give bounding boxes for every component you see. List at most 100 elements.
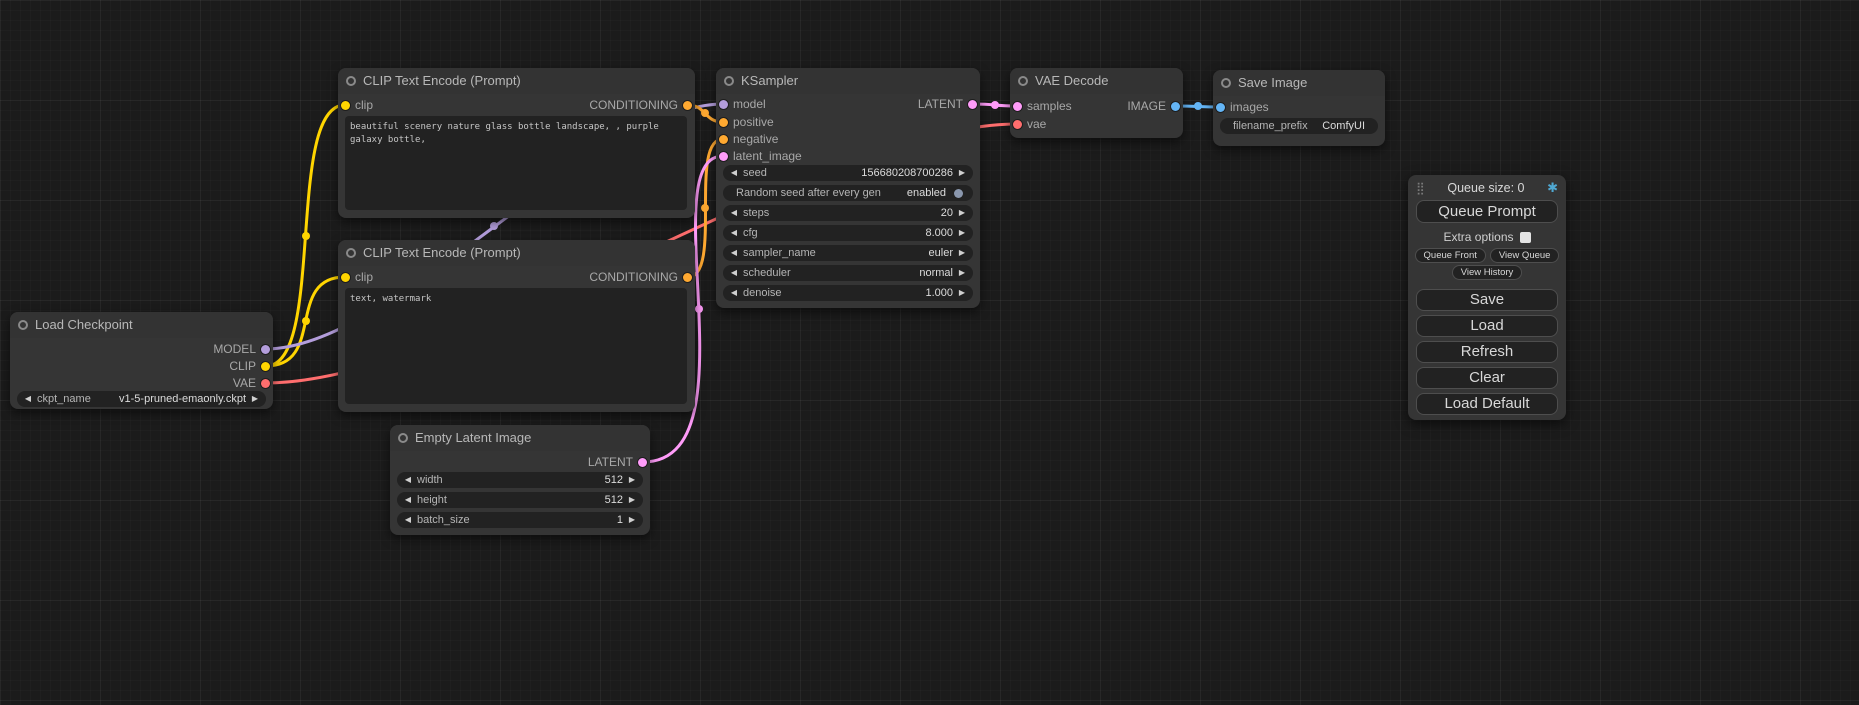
decrement-arrow-icon[interactable]: ◀ [728,165,740,181]
increment-arrow-icon[interactable]: ▶ [956,285,968,301]
collapse-dot-icon[interactable] [346,248,356,258]
widget-value[interactable]: 20 [941,207,953,219]
increment-arrow-icon[interactable]: ▶ [626,512,638,528]
scheduler-widget[interactable]: ◀ scheduler normal ▶ [723,265,973,281]
collapse-dot-icon[interactable] [398,433,408,443]
collapse-dot-icon[interactable] [18,320,28,330]
increment-arrow-icon[interactable]: ▶ [956,265,968,281]
ckpt-name-widget[interactable]: ◀ ckpt_name v1-5-pruned-emaonly.ckpt ▶ [17,391,266,407]
images-input-dot[interactable] [1216,103,1225,112]
widget-value[interactable]: 8.000 [925,227,953,239]
widget-value[interactable]: ComfyUI [1322,120,1365,132]
node-save-image[interactable]: Save Image images filename_prefix ComfyU… [1213,70,1385,146]
decrement-arrow-icon[interactable]: ◀ [22,391,34,407]
widget-value[interactable]: 1.000 [925,287,953,299]
denoise-widget[interactable]: ◀ denoise 1.000 ▶ [723,285,973,301]
height-widget[interactable]: ◀ height 512 ▶ [397,492,643,508]
increment-arrow-icon[interactable]: ▶ [956,165,968,181]
increment-arrow-icon[interactable]: ▶ [956,225,968,241]
queue-prompt-button[interactable]: Queue Prompt [1416,200,1558,223]
clip-input-dot[interactable] [341,101,350,110]
widget-label: filename_prefix [1233,120,1308,132]
load-button[interactable]: Load [1416,315,1558,337]
widget-value[interactable]: euler [929,247,953,259]
node-title-bar[interactable]: Save Image [1213,70,1385,96]
increment-arrow-icon[interactable]: ▶ [626,472,638,488]
filename-prefix-widget[interactable]: filename_prefix ComfyUI [1220,118,1378,134]
steps-widget[interactable]: ◀ steps 20 ▶ [723,205,973,221]
vae-input-dot[interactable] [1013,120,1022,129]
increment-arrow-icon[interactable]: ▶ [626,492,638,508]
decrement-arrow-icon[interactable]: ◀ [402,472,414,488]
node-title-bar[interactable]: CLIP Text Encode (Prompt) [338,240,695,266]
width-widget[interactable]: ◀ width 512 ▶ [397,472,643,488]
cfg-widget[interactable]: ◀ cfg 8.000 ▶ [723,225,973,241]
negative-input-dot[interactable] [719,135,728,144]
decrement-arrow-icon[interactable]: ◀ [728,225,740,241]
widget-value[interactable]: v1-5-pruned-emaonly.ckpt [119,393,246,405]
random-seed-toggle-widget[interactable]: Random seed after every gen enabled [723,185,973,201]
view-history-button[interactable]: View History [1452,265,1523,280]
widget-value[interactable]: 512 [605,474,623,486]
decrement-arrow-icon[interactable]: ◀ [728,245,740,261]
positive-input-dot[interactable] [719,118,728,127]
image-output-dot[interactable] [1171,102,1180,111]
refresh-button[interactable]: Refresh [1416,341,1558,363]
node-title-bar[interactable]: Load Checkpoint [10,312,273,338]
node-graph-canvas[interactable]: Load Checkpoint MODEL CLIP VAE ◀ ckpt_na… [0,0,1859,705]
decrement-arrow-icon[interactable]: ◀ [728,205,740,221]
save-button[interactable]: Save [1416,289,1558,311]
increment-arrow-icon[interactable]: ▶ [956,205,968,221]
samples-input-dot[interactable] [1013,102,1022,111]
decrement-arrow-icon[interactable]: ◀ [402,492,414,508]
latent-image-input-dot[interactable] [719,152,728,161]
collapse-dot-icon[interactable] [1221,78,1231,88]
node-title-bar[interactable]: CLIP Text Encode (Prompt) [338,68,695,94]
node-clip-text-encode-positive[interactable]: CLIP Text Encode (Prompt) clip CONDITION… [338,68,695,218]
decrement-arrow-icon[interactable]: ◀ [728,265,740,281]
queue-front-button[interactable]: Queue Front [1415,248,1486,263]
latent-output-dot[interactable] [968,100,977,109]
increment-arrow-icon[interactable]: ▶ [249,391,261,407]
node-ksampler[interactable]: KSampler model LATENT positive negative … [716,68,980,308]
model-output-dot[interactable] [261,345,270,354]
conditioning-output-dot[interactable] [683,101,692,110]
node-vae-decode[interactable]: VAE Decode samples IMAGE vae [1010,68,1183,138]
node-clip-text-encode-negative[interactable]: CLIP Text Encode (Prompt) clip CONDITION… [338,240,695,412]
node-title-bar[interactable]: KSampler [716,68,980,94]
increment-arrow-icon[interactable]: ▶ [956,245,968,261]
conditioning-output-dot[interactable] [683,273,692,282]
widget-value[interactable]: enabled [907,187,946,199]
toggle-dot-icon[interactable] [954,189,963,198]
clip-input-dot[interactable] [341,273,350,282]
clip-output-dot[interactable] [261,362,270,371]
clear-button[interactable]: Clear [1416,367,1558,389]
prompt-textarea[interactable]: beautiful scenery nature glass bottle la… [345,116,687,210]
sampler-name-widget[interactable]: ◀ sampler_name euler ▶ [723,245,973,261]
widget-value[interactable]: 1 [617,514,623,526]
input-label: images [1230,100,1269,114]
node-title-bar[interactable]: VAE Decode [1010,68,1183,94]
vae-output-dot[interactable] [261,379,270,388]
latent-output-dot[interactable] [638,458,647,467]
node-empty-latent-image[interactable]: Empty Latent Image LATENT ◀ width 512 ▶ … [390,425,650,535]
widget-value[interactable]: normal [919,267,953,279]
collapse-dot-icon[interactable] [724,76,734,86]
batch-size-widget[interactable]: ◀ batch_size 1 ▶ [397,512,643,528]
collapse-dot-icon[interactable] [346,76,356,86]
decrement-arrow-icon[interactable]: ◀ [402,512,414,528]
load-default-button[interactable]: Load Default [1416,393,1558,415]
prompt-textarea[interactable]: text, watermark [345,288,687,404]
node-title-bar[interactable]: Empty Latent Image [390,425,650,451]
seed-widget[interactable]: ◀ seed 156680208700286 ▶ [723,165,973,181]
widget-value[interactable]: 512 [605,494,623,506]
model-input-dot[interactable] [719,100,728,109]
drag-handle-icon[interactable]: ⣿ [1416,181,1425,195]
node-load-checkpoint[interactable]: Load Checkpoint MODEL CLIP VAE ◀ ckpt_na… [10,312,273,409]
settings-gear-icon[interactable]: ✱ [1547,180,1558,196]
view-queue-button[interactable]: View Queue [1490,248,1560,263]
collapse-dot-icon[interactable] [1018,76,1028,86]
decrement-arrow-icon[interactable]: ◀ [728,285,740,301]
widget-value[interactable]: 156680208700286 [861,167,953,179]
extra-options-checkbox[interactable] [1520,232,1531,243]
